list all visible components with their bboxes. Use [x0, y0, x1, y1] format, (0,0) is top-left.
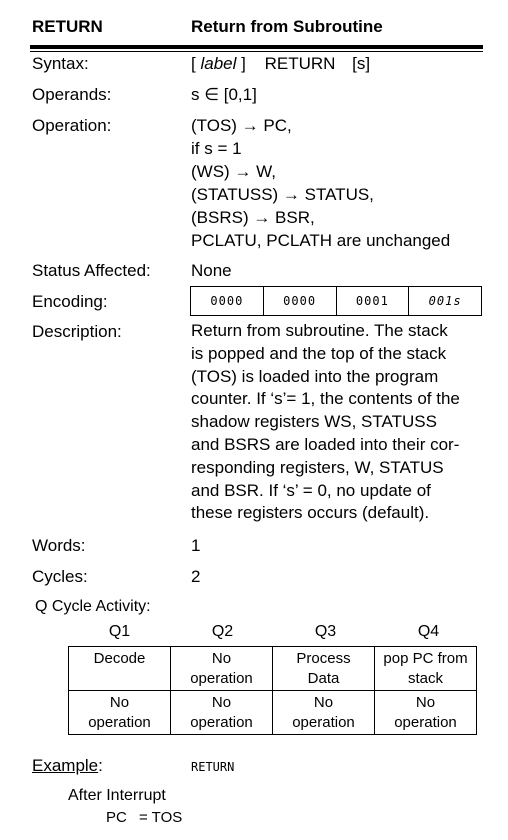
cycles-value: 2 — [191, 567, 201, 586]
description-label: Description: — [32, 322, 122, 341]
q-cell: No operation — [374, 690, 477, 735]
q-cycle-row: No operation No operation No operation No op… — [68, 690, 477, 735]
instruction-title: Return from Subroutine — [191, 17, 383, 36]
q-cell: No operation — [170, 646, 273, 691]
status-value: None — [191, 261, 232, 280]
syntax-instruction: RETURN — [264, 54, 336, 73]
encoding-field: 0000 — [210, 294, 244, 308]
description-line: shadow registers WS, STATUSS — [191, 412, 437, 432]
q-header: Q4 — [417, 623, 440, 640]
q-cycle-table: Decode No operation Process Data pop PC fr… — [68, 646, 477, 735]
example-after: After Interrupt — [68, 787, 166, 804]
description-line: (TOS) is loaded into the program — [191, 366, 439, 386]
q-cell: No operation — [272, 690, 375, 735]
encoding-box: 0000 0000 0001 001s — [190, 286, 482, 316]
example-label: Example — [32, 756, 99, 775]
encoding-label: Encoding: — [32, 292, 108, 311]
operands-value: s ∈ [0,1] — [191, 85, 257, 104]
syntax-label-param: label — [200, 54, 237, 73]
q-cell: pop PC from stack — [374, 646, 477, 691]
example-colon: : — [98, 756, 103, 775]
q-cell: Decode — [68, 646, 171, 691]
operation-line: (BSRS) → BSR, — [191, 208, 315, 227]
status-label: Status Affected: — [32, 261, 151, 280]
description-line: and BSRS are loaded into their cor- — [191, 434, 460, 454]
description-line: Return from subroutine. The stack — [191, 321, 448, 340]
q-cell: Process Data — [272, 646, 375, 691]
header-rule — [30, 45, 483, 49]
description-line: is popped and the top of the stack — [191, 343, 447, 363]
syntax-label: Syntax: — [32, 54, 89, 73]
syntax-arg: [s] — [352, 54, 371, 73]
description-line: and BSR. If ‘s’ = 0, no update of — [191, 480, 431, 500]
operation-value: (TOS) → PC, if s = 1 (WS) → W, (STATUSS)… — [191, 114, 450, 252]
syntax-close-bracket: ] — [241, 54, 246, 73]
operation-line: PCLATU, PCLATH are unchanged — [191, 231, 451, 250]
example-code: RETURN — [191, 760, 235, 774]
operands-label: Operands: — [32, 85, 112, 104]
q-header: Q1 — [108, 623, 131, 640]
operation-line: (TOS) → PC, — [191, 116, 292, 135]
syntax-value: [ label ] RETURN [s] — [191, 52, 370, 75]
q-cell: No operation — [68, 690, 171, 735]
description-line: responding registers, W, STATUS — [191, 457, 444, 477]
words-value: 1 — [191, 536, 201, 555]
q-header: Q2 — [211, 623, 234, 640]
instruction-mnemonic: RETURN — [32, 17, 103, 36]
example-result: PC = TOS — [106, 809, 182, 826]
cycles-label: Cycles: — [32, 567, 88, 586]
operation-line: if s = 1 — [191, 139, 242, 158]
example-result-val: = TOS — [139, 809, 183, 826]
example-result-reg: PC — [106, 809, 127, 826]
operation-line: (STATUSS) → STATUS, — [191, 185, 374, 204]
q-cell: No operation — [170, 690, 273, 735]
operation-line: (WS) → W, — [191, 162, 276, 181]
operation-label: Operation: — [32, 116, 112, 135]
q-cycle-row: Decode No operation Process Data pop PC fr… — [68, 646, 477, 691]
encoding-field: 001s — [408, 287, 481, 315]
words-label: Words: — [32, 536, 86, 555]
encoding-field: 0000 — [262, 287, 336, 315]
encoding-field: 0001 — [335, 287, 409, 315]
description-line: these registers occurs (default). — [191, 503, 430, 523]
syntax-open-bracket: [ — [191, 54, 196, 73]
example-heading: Example: — [32, 756, 103, 776]
description-text: Return from subroutine. The stack is pop… — [191, 320, 491, 525]
description-line: counter. If ‘s’= 1, the contents of the — [191, 389, 460, 409]
q-cycle-label: Q Cycle Activity: — [35, 598, 151, 615]
q-header: Q3 — [314, 623, 337, 640]
